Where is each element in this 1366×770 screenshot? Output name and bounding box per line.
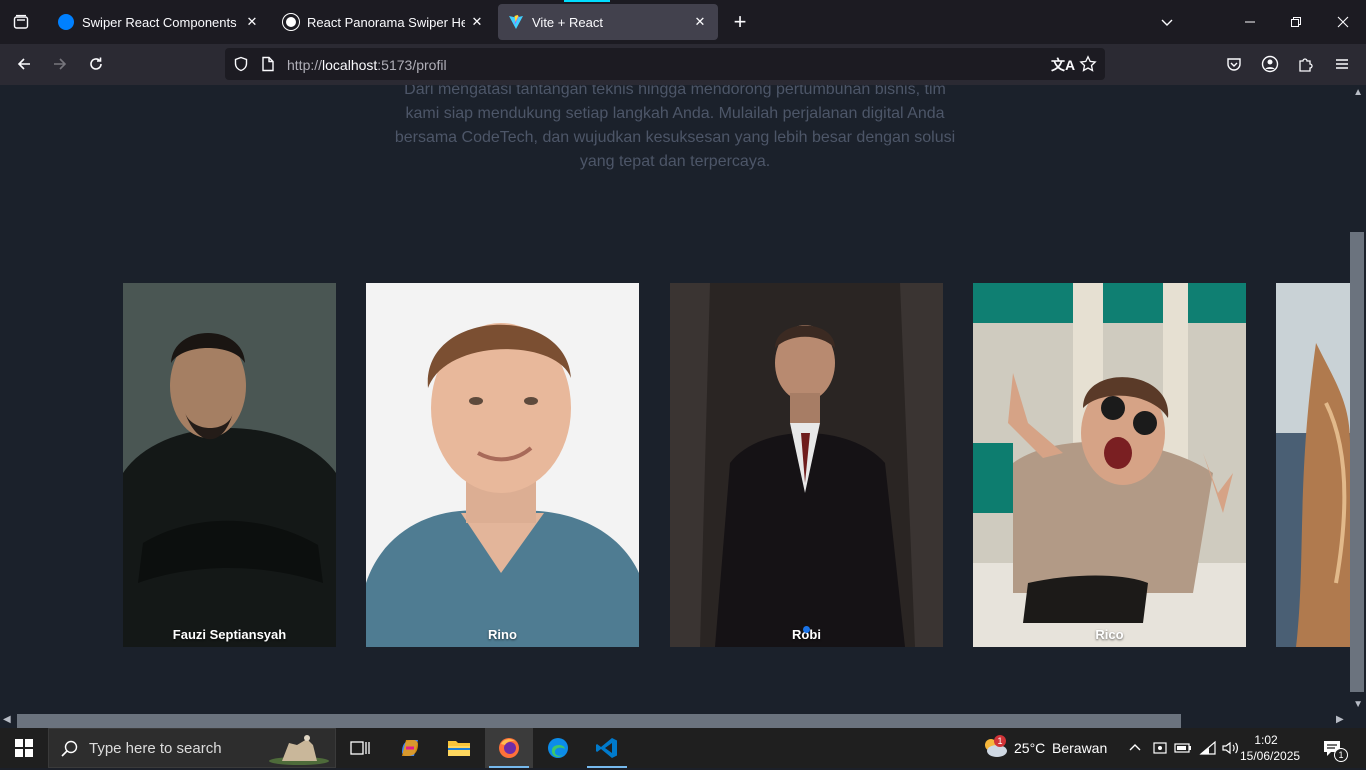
minimize-icon[interactable] (1227, 0, 1273, 44)
close-tab-icon[interactable]: ✕ (465, 10, 489, 34)
tab-panorama-help[interactable]: React Panorama Swiper Help ✕ (273, 4, 495, 40)
close-tab-icon[interactable]: ✕ (240, 10, 264, 34)
url-bar[interactable]: http://localhost:5173/profil 文A (225, 48, 1105, 80)
team-member-name: Fauzi Septiansyah (172, 627, 287, 642)
firefox-icon[interactable] (485, 728, 533, 768)
tab-title: Swiper React Components (82, 14, 237, 30)
weather-temp[interactable]: 25°C (1014, 740, 1045, 756)
clock-time: 1:02 (1254, 733, 1278, 747)
vertical-scrollbar[interactable]: ▲ ▼ (1350, 85, 1366, 712)
openai-logo-icon (283, 14, 299, 30)
task-view-icon[interactable] (336, 728, 384, 768)
team-member-name: Rino (488, 627, 517, 642)
scroll-down-icon[interactable]: ▼ (1353, 699, 1363, 710)
intro-paragraph: Dari mengatasi tantangan teknis hingga m… (394, 85, 956, 170)
team-photo-rino (366, 283, 639, 647)
pagination-bullet[interactable] (803, 626, 810, 633)
restore-icon[interactable] (1273, 0, 1319, 44)
reload-icon[interactable] (80, 48, 112, 80)
weather-badge: 1 (994, 735, 1006, 747)
volume-icon[interactable] (1221, 740, 1239, 761)
vscode-icon[interactable] (583, 728, 631, 768)
horizontal-scroll-thumb[interactable] (17, 714, 1181, 728)
system-clock[interactable]: 1:02 15/06/2025 (1240, 732, 1301, 764)
team-card-rino[interactable]: Rino (366, 283, 639, 647)
list-all-tabs-icon[interactable] (1144, 0, 1190, 44)
team-photo-robi (670, 283, 943, 647)
menu-icon[interactable] (1326, 48, 1358, 80)
scroll-left-icon[interactable]: ◀ (3, 714, 11, 725)
search-icon (61, 740, 79, 763)
back-icon[interactable] (8, 48, 40, 80)
show-hidden-icons-icon[interactable] (1128, 740, 1142, 759)
tab-swiper[interactable]: Swiper React Components ✕ (48, 4, 270, 40)
tab-list-icon[interactable] (0, 0, 42, 44)
close-tab-icon[interactable]: ✕ (688, 10, 712, 34)
tab-strip: Swiper React Components ✕ React Panorama… (0, 0, 1366, 44)
team-member-name: Rico (1095, 627, 1124, 642)
team-card-fauzi[interactable]: Fauzi Septiansyah (123, 283, 336, 647)
search-highlight-illustration-icon (267, 731, 331, 770)
team-photo-rico (973, 283, 1246, 647)
team-card-robi[interactable]: Robi (670, 283, 943, 647)
copilot-icon[interactable] (386, 728, 434, 768)
shield-icon[interactable] (233, 56, 249, 77)
navigation-toolbar: http://localhost:5173/profil 文A (0, 44, 1366, 85)
bookmark-star-icon[interactable] (1079, 55, 1097, 78)
url-text[interactable]: http://localhost:5173/profil (287, 57, 447, 73)
taskbar-search-box[interactable]: Type here to search (48, 728, 336, 768)
forward-icon[interactable] (44, 48, 76, 80)
page-info-icon[interactable] (261, 56, 275, 77)
wifi-icon[interactable] (1199, 740, 1217, 761)
vertical-scroll-thumb[interactable] (1350, 232, 1364, 692)
clock-date: 15/06/2025 (1240, 749, 1301, 763)
team-card-rico[interactable]: Rico (973, 283, 1246, 647)
battery-icon[interactable] (1174, 740, 1192, 761)
tab-vite-react[interactable]: Vite + React ✕ (498, 0, 718, 40)
search-placeholder: Type here to search (89, 739, 222, 757)
edge-icon[interactable] (534, 728, 582, 768)
tab-title: React Panorama Swiper Help (307, 14, 465, 30)
vite-logo-icon (508, 14, 524, 30)
account-icon[interactable] (1254, 48, 1286, 80)
team-photo-partial (1276, 283, 1350, 647)
scroll-right-icon[interactable]: ▶ (1336, 714, 1344, 725)
page-viewport: Dari mengatasi tantangan teknis hingga m… (0, 85, 1366, 728)
swiper-logo-icon (58, 14, 74, 30)
new-tab-icon[interactable]: + (726, 8, 754, 36)
weather-condition[interactable]: Berawan (1052, 740, 1107, 756)
close-window-icon[interactable] (1320, 0, 1366, 44)
tab-title: Vite + React (532, 14, 603, 30)
meet-now-icon[interactable] (1152, 740, 1168, 761)
team-photo-fauzi (123, 283, 336, 647)
horizontal-scrollbar[interactable]: ◀ ▶ (0, 712, 1350, 728)
windows-start-icon[interactable] (0, 728, 48, 768)
scroll-up-icon[interactable]: ▲ (1353, 87, 1363, 98)
translate-icon[interactable]: 文A (1051, 55, 1075, 75)
team-card-partial[interactable] (1276, 283, 1350, 647)
notification-count: 1 (1334, 748, 1348, 762)
file-explorer-icon[interactable] (435, 728, 483, 768)
pocket-icon[interactable] (1218, 48, 1250, 80)
windows-taskbar: Type here to search 1 25°C Berawan 1:02 … (0, 728, 1366, 768)
extensions-icon[interactable] (1290, 48, 1322, 80)
